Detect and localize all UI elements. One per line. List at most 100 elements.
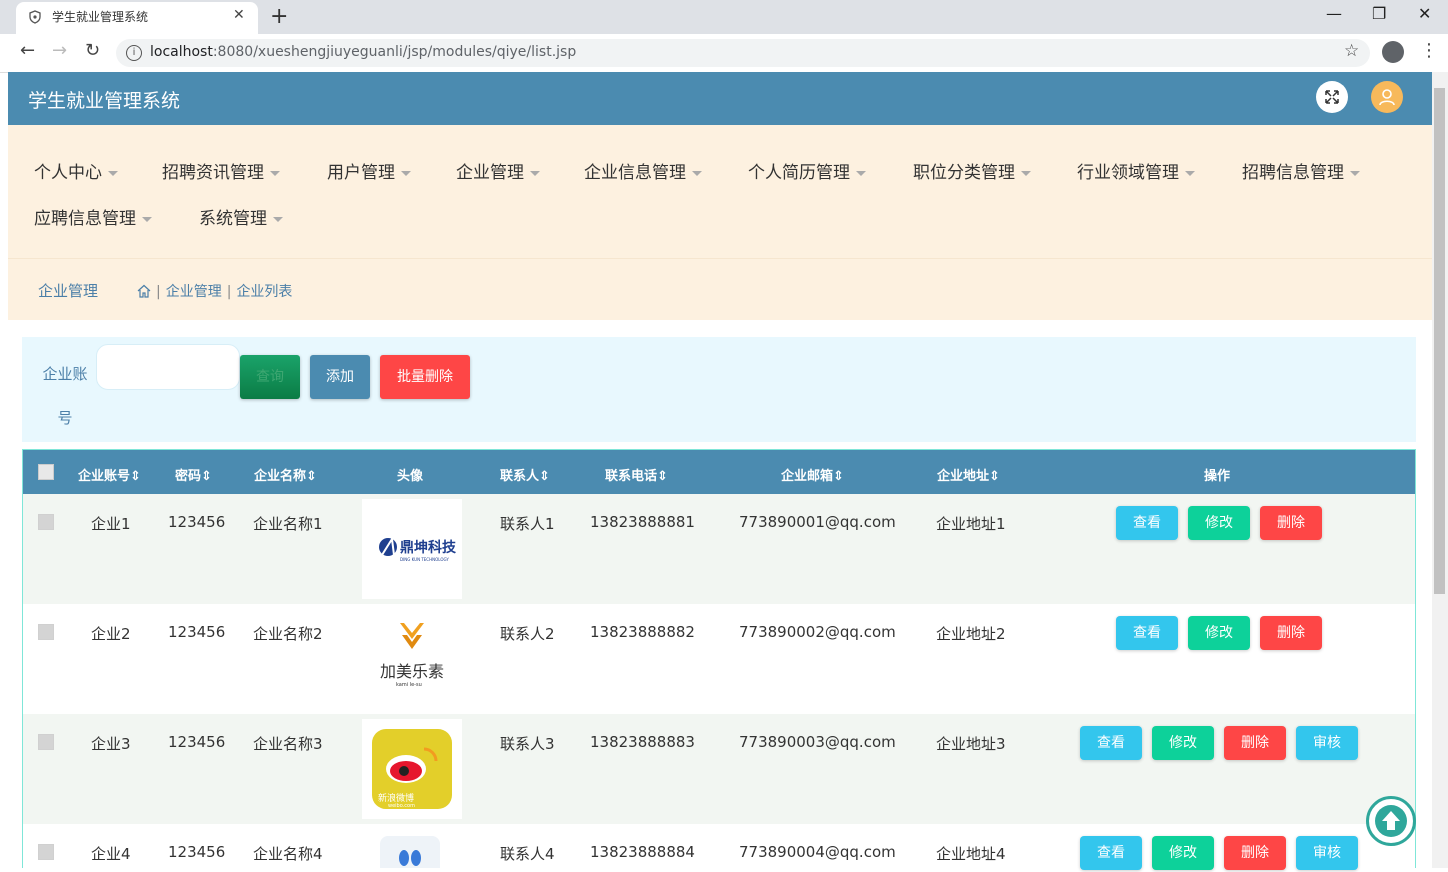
forward-icon[interactable]: →: [52, 40, 67, 61]
nav-item-recruit-news[interactable]: 招聘资讯管理: [162, 158, 280, 183]
info-icon[interactable]: i: [126, 45, 142, 61]
row-checkbox[interactable]: [38, 844, 54, 860]
svg-text:weibo.com: weibo.com: [388, 803, 415, 809]
nav-item-job-category[interactable]: 职位分类管理: [913, 158, 1031, 183]
nav-item-resume[interactable]: 个人简历管理: [748, 158, 866, 183]
cell-name: 企业名称1: [253, 515, 323, 533]
back-to-top-icon[interactable]: [1366, 796, 1416, 846]
cell-account: 企业3: [91, 735, 131, 753]
search-label: 企业账号: [42, 365, 88, 427]
col-header-name[interactable]: 企业名称⇕: [254, 465, 317, 484]
caret-down-icon: [270, 170, 280, 176]
nav-item-application[interactable]: 应聘信息管理: [34, 204, 152, 229]
delete-button[interactable]: 删除: [1260, 616, 1322, 650]
cell-account: 企业2: [91, 625, 131, 643]
caret-down-icon: [142, 216, 152, 222]
col-header-actions: 操作: [1204, 469, 1231, 484]
cell-contact: 联系人4: [500, 845, 555, 863]
cell-password: 123456: [168, 513, 226, 531]
cell-name: 企业名称2: [253, 625, 323, 643]
view-button[interactable]: 查看: [1116, 616, 1178, 650]
nav-item-industry[interactable]: 行业领域管理: [1077, 158, 1195, 183]
delete-button[interactable]: 删除: [1260, 506, 1322, 540]
new-tab-icon[interactable]: +: [270, 4, 288, 29]
caret-down-icon: [1021, 170, 1031, 176]
cell-email: 773890002@qq.com: [739, 623, 896, 641]
col-header-phone[interactable]: 联系电话⇕: [605, 465, 668, 484]
cell-name: 企业名称4: [253, 845, 323, 863]
breadcrumb-item[interactable]: 企业管理: [166, 284, 222, 300]
bookmark-star-icon[interactable]: ☆: [1344, 41, 1359, 61]
cell-account: 企业1: [91, 515, 131, 533]
caret-down-icon: [108, 170, 118, 176]
cell-phone: 13823888883: [590, 733, 695, 751]
account-search-input[interactable]: [96, 344, 240, 390]
query-button[interactable]: 查询: [240, 355, 300, 399]
select-all-checkbox[interactable]: [38, 464, 54, 480]
add-button[interactable]: 添加: [310, 355, 370, 399]
audit-button[interactable]: 审核: [1296, 836, 1358, 870]
audit-button[interactable]: 审核: [1296, 726, 1358, 760]
company-avatar: 加美乐素 kami le-su: [362, 609, 462, 709]
cell-address: 企业地址1: [936, 515, 1006, 533]
minimize-icon[interactable]: —: [1326, 4, 1342, 23]
home-icon[interactable]: [137, 284, 151, 300]
nav-item-recruit-info[interactable]: 招聘信息管理: [1242, 158, 1360, 183]
svg-text:鼎坤科技: 鼎坤科技: [400, 539, 457, 556]
browser-menu-icon[interactable]: ⋮: [1420, 40, 1438, 61]
main-nav: [8, 125, 1432, 258]
nav-item-enterprise-info[interactable]: 企业信息管理: [584, 158, 702, 183]
view-button[interactable]: 查看: [1080, 836, 1142, 870]
cell-password: 123456: [168, 623, 226, 641]
nav-item-system[interactable]: 系统管理: [199, 204, 283, 229]
caret-down-icon: [273, 216, 283, 222]
edit-button[interactable]: 修改: [1152, 726, 1214, 760]
scrollbar-thumb[interactable]: [1434, 88, 1445, 594]
cell-name: 企业名称3: [253, 735, 323, 753]
company-avatar: 新浪微博 weibo.com: [362, 719, 462, 819]
cell-email: 773890001@qq.com: [739, 513, 896, 531]
reload-icon[interactable]: ↻: [85, 40, 100, 61]
restore-icon[interactable]: ❐: [1372, 4, 1386, 23]
cell-address: 企业地址2: [936, 625, 1006, 643]
delete-button[interactable]: 删除: [1224, 726, 1286, 760]
user-avatar-icon[interactable]: [1371, 81, 1403, 113]
cell-contact: 联系人2: [500, 625, 555, 643]
page-title: 企业管理: [38, 282, 99, 300]
app-header: [8, 72, 1432, 125]
col-header-contact[interactable]: 联系人⇕: [500, 465, 550, 484]
col-header-password[interactable]: 密码⇕: [175, 465, 212, 484]
svg-text:加美乐素: 加美乐素: [380, 662, 444, 681]
view-button[interactable]: 查看: [1116, 506, 1178, 540]
cell-account: 企业4: [91, 845, 131, 863]
row-checkbox[interactable]: [38, 734, 54, 750]
batch-delete-button[interactable]: 批量删除: [380, 355, 470, 399]
row-checkbox[interactable]: [38, 624, 54, 640]
tab-close-icon[interactable]: ✕: [233, 7, 245, 23]
nav-item-enterprise[interactable]: 企业管理: [456, 158, 540, 183]
edit-button[interactable]: 修改: [1188, 616, 1250, 650]
col-header-email[interactable]: 企业邮箱⇕: [781, 465, 844, 484]
caret-down-icon: [692, 170, 702, 176]
back-icon[interactable]: ←: [20, 40, 35, 61]
delete-button[interactable]: 删除: [1224, 836, 1286, 870]
window-close-icon[interactable]: ✕: [1418, 4, 1431, 23]
edit-button[interactable]: 修改: [1152, 836, 1214, 870]
view-button[interactable]: 查看: [1080, 726, 1142, 760]
address-url[interactable]: localhost:8080/xueshengjiuyeguanli/jsp/m…: [150, 44, 576, 60]
breadcrumb-item: 企业列表: [236, 284, 293, 300]
edit-button[interactable]: 修改: [1188, 506, 1250, 540]
col-header-account[interactable]: 企业账号⇕: [78, 465, 141, 484]
nav-item-personal-center[interactable]: 个人中心: [34, 158, 118, 183]
row-checkbox[interactable]: [38, 514, 54, 530]
caret-down-icon: [530, 170, 540, 176]
cell-phone: 13823888882: [590, 623, 695, 641]
svg-text:kami le-su: kami le-su: [396, 682, 422, 688]
nav-item-users[interactable]: 用户管理: [327, 158, 411, 183]
cell-email: 773890003@qq.com: [739, 733, 896, 751]
profile-icon[interactable]: [1382, 41, 1404, 63]
fullscreen-icon[interactable]: [1316, 81, 1348, 113]
col-header-address[interactable]: 企业地址⇕: [937, 465, 1000, 484]
cell-phone: 13823888881: [590, 513, 695, 531]
app-title: 学生就业管理系统: [28, 90, 181, 112]
